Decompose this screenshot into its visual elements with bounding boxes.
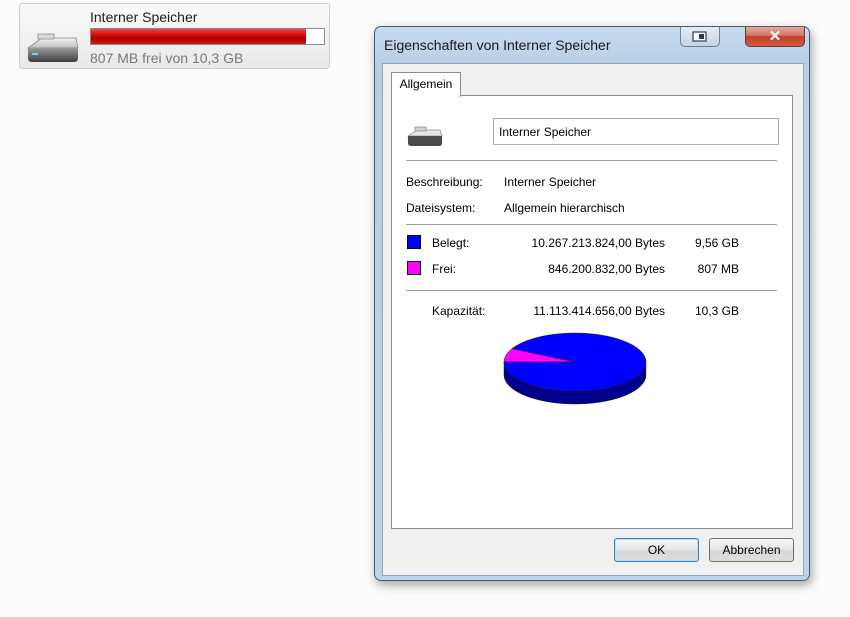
free-color-swatch [407,261,421,275]
capacity-bytes: 11.113.414.656,00 Bytes [533,304,665,318]
separator [406,290,777,292]
drive-free-space: 807 MB frei von 10,3 GB [90,50,244,66]
restore-icon [692,31,707,42]
free-size: 807 MB [697,262,739,276]
drive-icon [406,126,443,146]
window-title: Eigenschaften von Interner Speicher [384,37,611,53]
usage-bar-fill [91,29,307,44]
restore-button[interactable] [680,27,720,47]
separator [406,160,777,162]
used-color-swatch [407,235,421,249]
drive-name: Interner Speicher [90,9,198,25]
cancel-button[interactable]: Abbrechen [709,538,794,562]
removable-drive-icon [26,33,79,62]
disk-usage-pie-chart [503,332,647,405]
pie-slice-belegt [503,332,647,392]
filesystem-label: Dateisystem: [406,201,476,215]
used-bytes: 10.267.213.824,00 Bytes [531,236,665,250]
close-button[interactable]: ✕ [745,27,805,47]
used-size: 9,56 GB [694,236,739,250]
used-label: Belegt: [432,236,470,250]
separator [406,224,777,226]
ok-button[interactable]: OK [614,538,699,562]
capacity-size: 10,3 GB [694,304,739,318]
usage-bar [90,28,325,45]
tab-panel: Beschreibung: Interner Speicher Dateisys… [391,95,793,529]
free-label: Frei: [432,262,456,276]
capacity-label: Kapazität: [432,304,486,318]
drive-name-input[interactable] [493,118,779,145]
description-label: Beschreibung: [406,175,483,189]
tab-allgemein[interactable]: Allgemein [391,72,461,97]
description-value: Interner Speicher [504,175,597,189]
dialog-client-area: Allgemein Beschreibung: Interner Speiche… [382,63,804,576]
properties-window: Eigenschaften von Interner Speicher ✕ Al… [374,26,810,581]
free-bytes: 846.200.832,00 Bytes [548,262,665,276]
close-icon: ✕ [768,28,782,45]
drive-tile[interactable]: Interner Speicher 807 MB frei von 10,3 G… [19,3,330,69]
filesystem-value: Allgemein hierarchisch [504,201,625,215]
